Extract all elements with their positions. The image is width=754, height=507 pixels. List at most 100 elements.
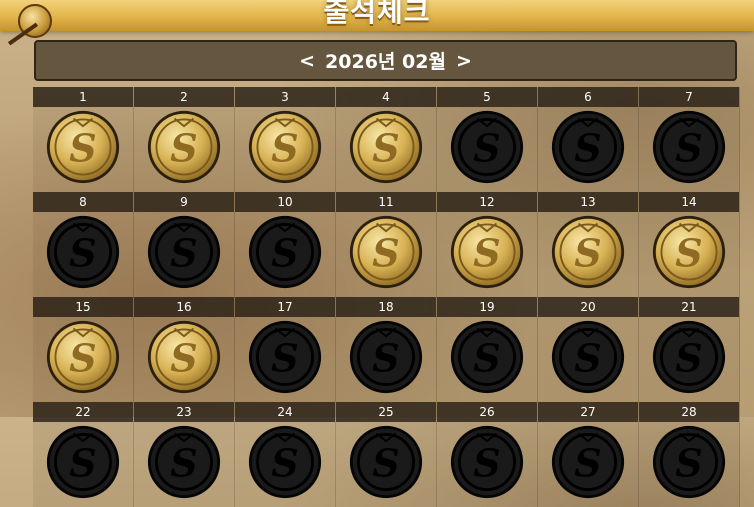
calendar-day-cell[interactable]: 9S <box>134 192 235 297</box>
gold-s-coin-icon: S <box>348 109 424 185</box>
calendar-day-cell[interactable]: 16 S <box>134 297 235 402</box>
svg-text:S: S <box>372 230 399 275</box>
calendar-day-cell[interactable]: 25 S <box>336 402 437 507</box>
svg-text:S: S <box>170 230 197 275</box>
svg-text:S: S <box>675 335 702 380</box>
black-s-coin-icon: S <box>550 319 626 395</box>
svg-text:S: S <box>271 230 298 275</box>
calendar-day-cell[interactable]: 23 S <box>134 402 235 507</box>
black-s-coin-icon: S <box>449 109 525 185</box>
calendar-day-cell[interactable]: 17 S <box>235 297 336 402</box>
day-number: 28 <box>639 402 739 422</box>
black-s-coin-icon: S <box>348 319 424 395</box>
black-s-coin-icon: S <box>550 109 626 185</box>
svg-text:S: S <box>372 335 399 380</box>
black-s-coin-icon: S <box>651 424 727 500</box>
month-navigator: < 2026년 02월 > <box>34 40 737 81</box>
day-number: 25 <box>336 402 436 422</box>
calendar-day-cell[interactable]: 18 S <box>336 297 437 402</box>
day-number: 9 <box>134 192 234 212</box>
calendar-day-cell[interactable]: 21 S <box>639 297 740 402</box>
black-s-coin-icon: S <box>550 424 626 500</box>
gold-s-coin-icon: S <box>449 214 525 290</box>
svg-text:S: S <box>473 230 500 275</box>
day-number: 13 <box>538 192 638 212</box>
attendance-calendar-grid: 1 S 2 S 3 S 4 S 5 S 6 S 7 S 8 S 9 S 10 S 11 S 12 S 13 S 14 S 15 S 16 S 1… <box>33 87 740 507</box>
gold-s-coin-icon: S <box>146 319 222 395</box>
black-s-coin-icon: S <box>146 424 222 500</box>
day-number: 12 <box>437 192 537 212</box>
svg-text:S: S <box>271 125 298 170</box>
black-s-coin-icon: S <box>247 214 323 290</box>
page-title: 출석체크 <box>323 0 431 28</box>
calendar-day-cell[interactable]: 4S <box>336 87 437 192</box>
svg-text:S: S <box>372 125 399 170</box>
black-s-coin-icon: S <box>348 424 424 500</box>
title-banner: 출석체크 <box>0 0 754 38</box>
svg-text:S: S <box>69 335 96 380</box>
day-number: 2 <box>134 87 234 107</box>
svg-text:S: S <box>473 335 500 380</box>
day-number: 22 <box>33 402 133 422</box>
calendar-day-cell[interactable]: 1S <box>33 87 134 192</box>
svg-text:S: S <box>574 230 601 275</box>
svg-text:S: S <box>675 125 702 170</box>
black-s-coin-icon: S <box>651 109 727 185</box>
calendar-day-cell[interactable]: 5S <box>437 87 538 192</box>
svg-text:S: S <box>675 230 702 275</box>
day-number: 11 <box>336 192 436 212</box>
gold-s-coin-icon: S <box>45 109 121 185</box>
svg-text:S: S <box>170 440 197 485</box>
calendar-day-cell[interactable]: 8S <box>33 192 134 297</box>
calendar-day-cell[interactable]: 6S <box>538 87 639 192</box>
svg-text:S: S <box>574 335 601 380</box>
day-number: 18 <box>336 297 436 317</box>
svg-text:S: S <box>69 230 96 275</box>
gold-s-coin-icon: S <box>146 109 222 185</box>
svg-text:S: S <box>372 440 399 485</box>
day-number: 1 <box>33 87 133 107</box>
gold-s-coin-icon: S <box>348 214 424 290</box>
day-number: 16 <box>134 297 234 317</box>
black-s-coin-icon: S <box>146 214 222 290</box>
day-number: 23 <box>134 402 234 422</box>
day-number: 3 <box>235 87 335 107</box>
day-number: 4 <box>336 87 436 107</box>
day-number: 21 <box>639 297 739 317</box>
svg-text:S: S <box>170 125 197 170</box>
black-s-coin-icon: S <box>247 319 323 395</box>
svg-text:S: S <box>473 440 500 485</box>
calendar-day-cell[interactable]: 7S <box>639 87 740 192</box>
calendar-day-cell[interactable]: 24 S <box>235 402 336 507</box>
day-number: 10 <box>235 192 335 212</box>
day-number: 24 <box>235 402 335 422</box>
svg-text:S: S <box>69 125 96 170</box>
calendar-day-cell[interactable]: 15 S <box>33 297 134 402</box>
calendar-day-cell[interactable]: 26 S <box>437 402 538 507</box>
calendar-day-cell[interactable]: 27 S <box>538 402 639 507</box>
svg-text:S: S <box>574 125 601 170</box>
calendar-day-cell[interactable]: 11 S <box>336 192 437 297</box>
calendar-day-cell[interactable]: 3S <box>235 87 336 192</box>
day-number: 15 <box>33 297 133 317</box>
calendar-day-cell[interactable]: 14 S <box>639 192 740 297</box>
calendar-day-cell[interactable]: 19 S <box>437 297 538 402</box>
calendar-day-cell[interactable]: 12 S <box>437 192 538 297</box>
calendar-day-cell[interactable]: 20 S <box>538 297 639 402</box>
svg-text:S: S <box>574 440 601 485</box>
gold-s-coin-icon: S <box>45 319 121 395</box>
prev-month-button[interactable]: < <box>299 50 315 72</box>
calendar-day-cell[interactable]: 22 S <box>33 402 134 507</box>
calendar-day-cell[interactable]: 28 S <box>639 402 740 507</box>
gold-s-coin-icon: S <box>651 214 727 290</box>
calendar-day-cell[interactable]: 13 S <box>538 192 639 297</box>
black-s-coin-icon: S <box>651 319 727 395</box>
calendar-day-cell[interactable]: 2S <box>134 87 235 192</box>
day-number: 14 <box>639 192 739 212</box>
svg-text:S: S <box>69 440 96 485</box>
calendar-day-cell[interactable]: 10 S <box>235 192 336 297</box>
gold-s-coin-icon: S <box>550 214 626 290</box>
svg-text:S: S <box>473 125 500 170</box>
next-month-button[interactable]: > <box>456 50 472 72</box>
svg-text:S: S <box>675 440 702 485</box>
